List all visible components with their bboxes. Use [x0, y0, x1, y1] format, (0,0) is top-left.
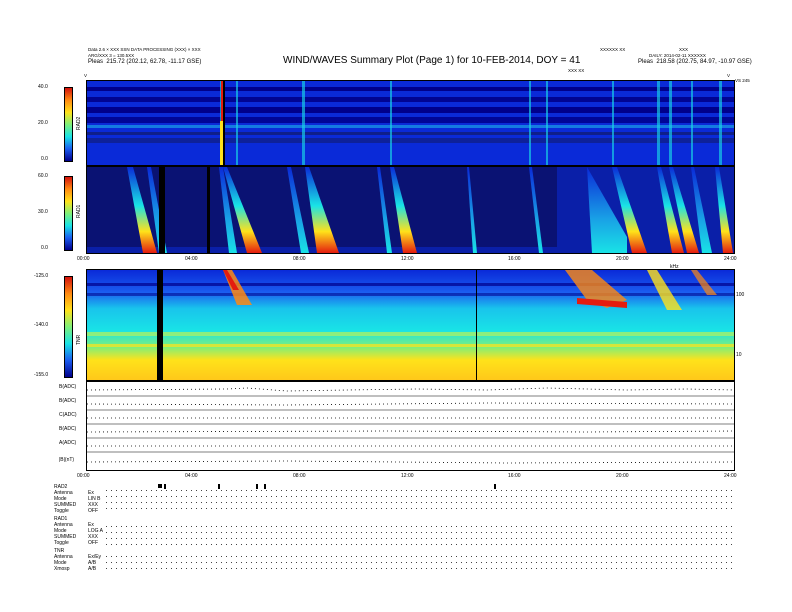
time-axis-top: 00:00 04:00 08:00 12:00 16:00 20:00 24:0… [77, 256, 737, 264]
rad1-spectrogram-svg [87, 167, 734, 253]
line-label: B(ADC) [59, 384, 77, 390]
time-tick: 20:00 [616, 256, 629, 262]
line-label: B(ADC) [59, 426, 77, 432]
rad1-gap-1 [159, 167, 165, 253]
page-title: WIND/WAVES Summary Plot (Page 1) for 10-… [283, 55, 581, 66]
header-right-orbit: Pleas 218.58 (202.75, 84.97, -10.97 GSE) [638, 59, 752, 65]
line-label: A(ADC) [59, 440, 77, 446]
time-tick: 12:00 [401, 256, 414, 262]
rad2-tick-bottom: 0.0 [41, 156, 48, 162]
status-tnr-key-2: Xmosp [54, 566, 70, 572]
time-axis-bottom: 00:00 04:00 08:00 12:00 16:00 20:00 24:0… [77, 473, 737, 481]
tnr-line [476, 270, 477, 380]
top-tick-left: V [84, 73, 88, 78]
header-right-flag: Pleas [638, 59, 654, 65]
tnr-gap [157, 270, 163, 380]
header-left-line2: ARG/XXX 3 = 130.5XX [88, 53, 135, 58]
header-right-mini: XXX [679, 47, 689, 52]
time-tick: 16:00 [508, 256, 521, 262]
header-right-orbit-values: 218.58 (202.75, 84.97, -10.97 GSE) [656, 59, 752, 65]
header-right-line1: XXXXXX XX [600, 47, 626, 52]
rad2-colorbar [64, 87, 73, 162]
rad1-tick-bottom: 0.0 [41, 245, 48, 251]
time-tick: 04:00 [185, 256, 198, 262]
time-tick: 08:00 [293, 473, 306, 479]
status-block: RAD2 Antenna Ex Mode LIN B SUMMED XXX To… [54, 484, 734, 572]
rad2-spectrogram-svg [87, 81, 734, 165]
tnr-right-tick-10: 10 [736, 352, 742, 358]
rad1-tick-top: 60.0 [38, 173, 48, 179]
status-rad2-key-3: Toggle [54, 508, 69, 514]
rad1-axis-label: RAD1 [76, 204, 82, 218]
line-label: C(ADC) [59, 412, 77, 418]
status-dot-grid [106, 484, 734, 572]
header-left-orbit: Pleas 215.72 (202.12, 62.78, -11.17 GSE) [88, 59, 201, 65]
header-left-line1: Data 2.6 × XXX SSN DATA PROCESSING (XXX)… [88, 47, 201, 52]
tnr-tick-top: -125.0 [34, 273, 49, 279]
vs-label: VS 245 [735, 78, 750, 83]
tnr-spectrogram-svg [87, 270, 734, 380]
header-left-flag: Pleas [88, 59, 104, 65]
time-tick: 20:00 [616, 473, 629, 479]
rad1-colorbar [64, 176, 73, 251]
rad2-axis-label: RAD2 [76, 116, 82, 130]
tnr-right-tick-100: 100 [736, 292, 745, 298]
time-tick: 16:00 [508, 473, 521, 479]
header-right-line2: DAILY: 2014-02-11 XXXXXX [649, 53, 706, 58]
time-tick: 24:00 [724, 473, 737, 479]
rad1-tick-mid: 30.0 [38, 209, 48, 215]
line-label: |B|(nT) [59, 457, 75, 463]
rad2-tick-mid: 20.0 [38, 120, 48, 126]
header-center-small: XXX XX [568, 68, 585, 73]
status-tnr-val-2: A/B [88, 566, 97, 572]
line-panels-svg [87, 387, 734, 464]
tnr-tick-mid: -140.0 [34, 322, 49, 328]
time-tick: 04:00 [185, 473, 198, 479]
rad2-spectrogram [86, 80, 735, 166]
line-label: B(ADC) [59, 398, 77, 404]
rad1-gap-2 [207, 167, 210, 253]
status-rad1-val-3: OFF [88, 540, 98, 546]
status-rad2-val-3: OFF [88, 508, 98, 514]
tnr-spectrogram [86, 269, 735, 381]
time-tick: 24:00 [724, 256, 737, 262]
rad1-spectrogram [86, 166, 735, 254]
tnr-right-unit: kHz [670, 264, 679, 270]
tnr-colorbar [64, 276, 73, 378]
header-left-orbit-values: 215.72 (202.12, 62.78, -11.17 GSE) [106, 59, 202, 65]
time-tick: 00:00 [77, 473, 90, 479]
time-tick: 12:00 [401, 473, 414, 479]
line-panels [86, 381, 735, 471]
top-tick-right: V [727, 73, 731, 78]
rad2-tick-top: 40.0 [38, 84, 48, 90]
time-tick: 00:00 [77, 256, 90, 262]
status-rad1-key-3: Toggle [54, 540, 69, 546]
time-tick: 08:00 [293, 256, 306, 262]
tnr-tick-bottom: -155.0 [34, 372, 49, 378]
tnr-axis-label: TNR [76, 334, 82, 345]
